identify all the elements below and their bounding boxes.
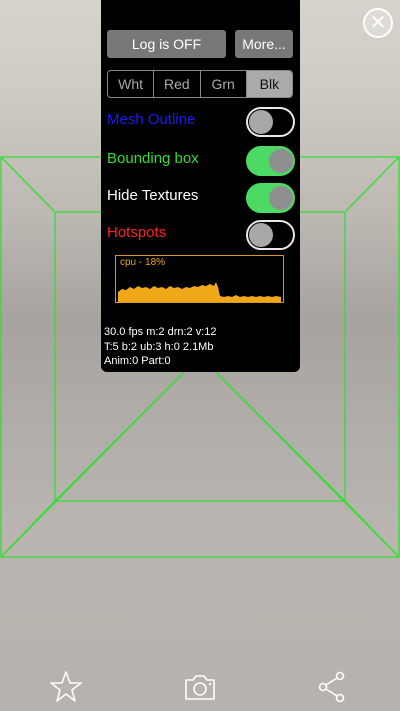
hide-textures-toggle[interactable] [246, 183, 295, 213]
bounding-box-toggle[interactable] [246, 146, 295, 176]
option-hotspots: Hotspots [107, 220, 295, 250]
log-toggle-button[interactable]: Log is OFF [107, 30, 226, 58]
stats-line-2: T:5 b:2 ub:3 h:0 2.1Mb [104, 340, 214, 353]
option-hide-textures: Hide Textures [107, 183, 295, 213]
toggle-knob [269, 186, 293, 210]
debug-panel: Log is OFF More... Wht Red Grn Blk Mesh … [101, 0, 300, 372]
option-label: Hotspots [107, 224, 167, 241]
close-icon: ✕ [369, 12, 387, 34]
option-label: Mesh Outline [107, 111, 196, 128]
segment-white[interactable]: Wht [108, 71, 155, 97]
segment-black[interactable]: Blk [246, 71, 292, 97]
segment-red[interactable]: Red [154, 71, 201, 97]
option-label: Bounding box [107, 150, 199, 167]
toggle-knob [249, 110, 273, 134]
segment-green[interactable]: Grn [201, 71, 247, 97]
option-label: Hide Textures [107, 187, 199, 204]
render-stats: 30.0 fps m:2 drn:2 v:12 T:5 b:2 ub:3 h:0… [104, 325, 217, 369]
option-mesh-outline: Mesh Outline [107, 107, 295, 137]
toggle-knob [249, 223, 273, 247]
stats-line-1: 30.0 fps m:2 drn:2 v:12 [104, 326, 217, 338]
cpu-graph: cpu - 18% [115, 255, 284, 303]
close-button[interactable]: ✕ [363, 8, 393, 38]
more-button[interactable]: More... [235, 30, 293, 58]
camera-icon[interactable] [183, 670, 217, 704]
option-bounding-box: Bounding box [107, 146, 295, 176]
stats-line-3: Anim:0 Part:0 [104, 355, 171, 367]
toggle-knob [269, 149, 293, 173]
share-icon[interactable] [315, 670, 349, 704]
bottom-toolbar [0, 660, 400, 711]
background-color-selector: Wht Red Grn Blk [107, 70, 293, 98]
star-icon[interactable] [49, 670, 83, 704]
hotspots-toggle[interactable] [246, 220, 295, 250]
cpu-label: cpu - 18% [120, 257, 166, 268]
mesh-outline-toggle[interactable] [246, 107, 295, 137]
